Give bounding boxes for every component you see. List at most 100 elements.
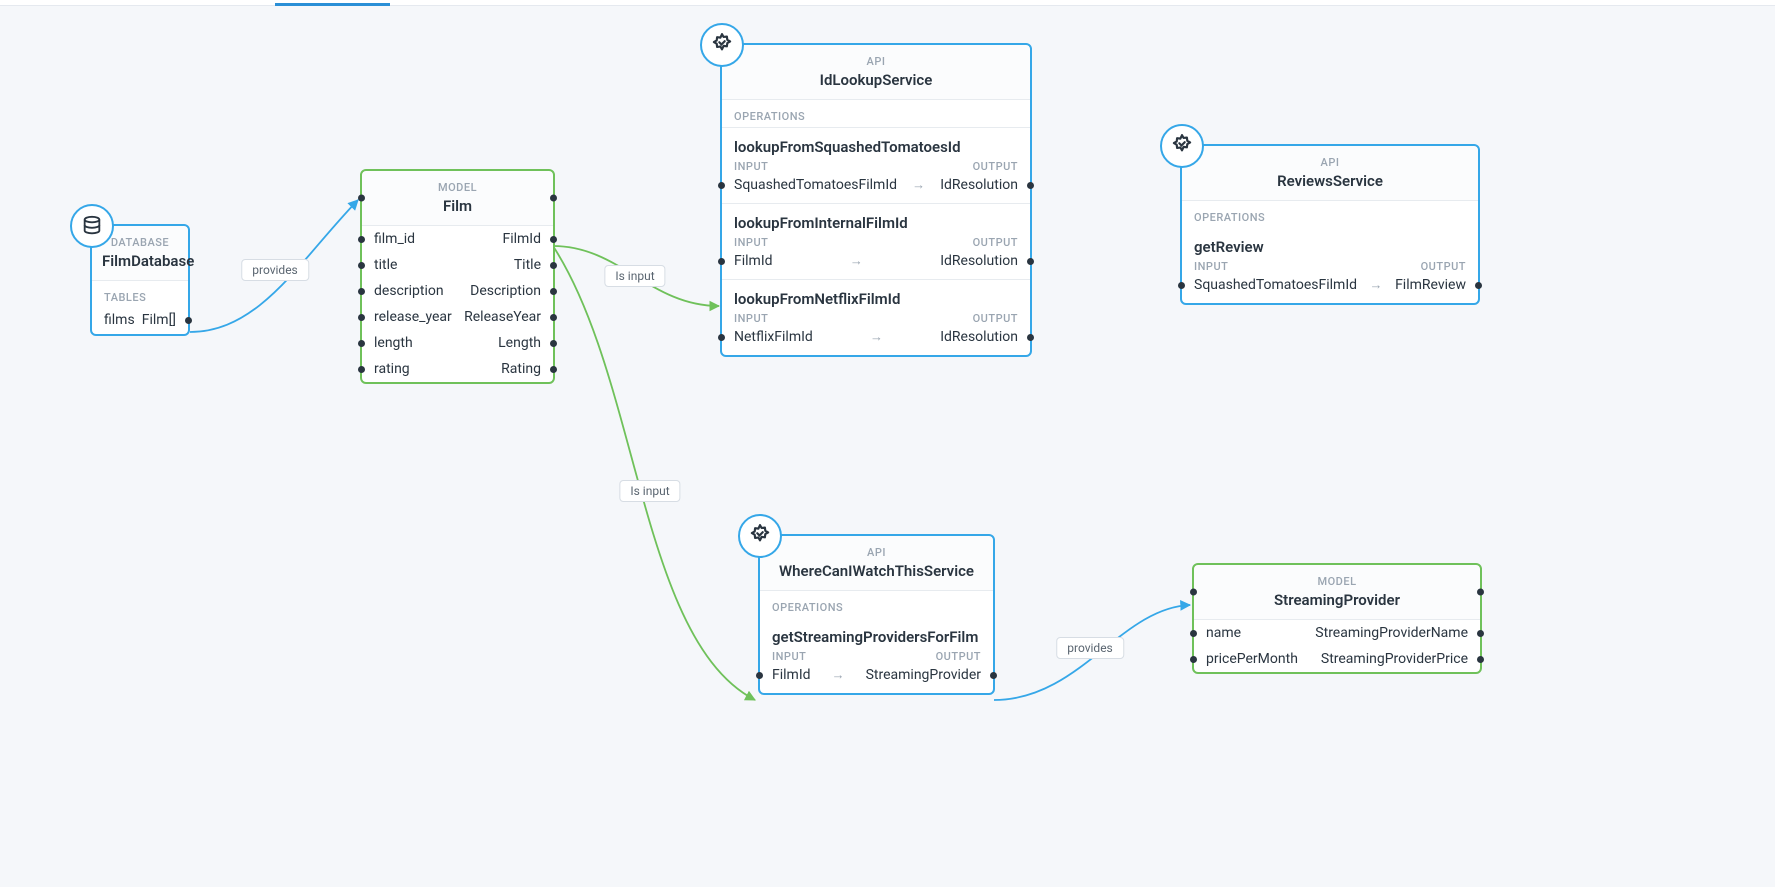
field-row[interactable]: titleTitle — [362, 252, 553, 278]
field-row[interactable]: description Description — [362, 278, 553, 304]
api-gear-icon — [1160, 124, 1204, 168]
operation-block[interactable]: getStreamingProvidersForFilm INPUT OUTPUT… — [760, 618, 993, 693]
operation-output: IdResolution — [940, 329, 1018, 345]
arrow-icon: → — [912, 177, 925, 193]
port-icon — [990, 672, 997, 679]
port-icon — [358, 340, 365, 347]
operation-input: FilmId — [772, 667, 811, 683]
fields-list: film_id FilmId titleTitle description Desc… — [362, 226, 553, 382]
output-label: OUTPUT — [1421, 260, 1466, 273]
operation-input: NetflixFilmId — [734, 329, 813, 345]
arrow-icon: → — [832, 667, 845, 683]
field-type: StreamingProviderName — [1315, 625, 1468, 641]
node-film-model[interactable]: MODEL Film film_idFilmId titleTitle desc… — [360, 169, 555, 384]
port-icon — [358, 288, 365, 295]
port-icon — [358, 314, 365, 321]
table-name: films — [104, 312, 135, 328]
node-kind-label: API — [732, 51, 1020, 68]
field-name: film_id — [374, 231, 415, 247]
port-icon — [718, 258, 725, 265]
operation-block[interactable]: lookupFromSquashedTomatoesId INPUTOUTPUT… — [722, 127, 1030, 203]
output-label: OUTPUT — [936, 650, 981, 663]
operation-block[interactable]: lookupFromNetflixFilmId INPUTOUTPUT Netf… — [722, 279, 1030, 355]
port-icon — [718, 334, 725, 341]
field-row[interactable]: lengthLength — [362, 330, 553, 356]
field-row[interactable]: ratingRating — [362, 356, 553, 382]
edge-label-provides-1: provides — [241, 259, 309, 281]
database-icon — [70, 204, 114, 248]
node-header: API IdLookupService — [722, 45, 1030, 100]
arrow-icon: → — [850, 253, 863, 269]
field-name: pricePerMonth — [1206, 651, 1298, 667]
field-name: release_year — [374, 309, 452, 325]
table-row[interactable]: films Film[] — [92, 308, 188, 334]
port-icon — [1190, 656, 1197, 663]
output-label: OUTPUT — [973, 160, 1018, 173]
port-icon — [1178, 282, 1185, 289]
field-type: FilmId — [502, 231, 541, 247]
node-title: WhereCanIWatchThisService — [770, 562, 983, 580]
input-label: INPUT — [734, 160, 768, 173]
node-id-lookup-service[interactable]: API IdLookupService OPERATIONS lookupFro… — [720, 43, 1032, 357]
operation-output: IdResolution — [940, 253, 1018, 269]
port-icon — [550, 288, 557, 295]
field-name: description — [374, 283, 444, 299]
operation-name: getReview — [1182, 234, 1478, 258]
arrow-icon: → — [1370, 277, 1383, 293]
port-icon — [185, 317, 192, 324]
port-icon — [358, 262, 365, 269]
field-row[interactable]: release_year ReleaseYear — [362, 304, 553, 330]
field-name: name — [1206, 625, 1241, 641]
port-icon — [718, 182, 725, 189]
port-icon — [1477, 656, 1484, 663]
output-label: OUTPUT — [973, 312, 1018, 325]
port-icon — [1477, 589, 1484, 596]
operation-input: SquashedTomatoesFilmId — [1194, 277, 1357, 293]
port-icon — [1477, 630, 1484, 637]
table-type: Film[] — [142, 312, 176, 328]
operation-block[interactable]: lookupFromInternalFilmId INPUTOUTPUT Fil… — [722, 203, 1030, 279]
field-type: Title — [514, 257, 541, 273]
node-streaming-provider-model[interactable]: MODEL StreamingProvider name StreamingPro… — [1192, 563, 1482, 674]
node-title: StreamingProvider — [1204, 591, 1470, 609]
node-film-database[interactable]: DATABASE FilmDatabase TABLES films Film[… — [90, 224, 190, 336]
port-icon — [550, 366, 557, 373]
field-type: Description — [470, 283, 541, 299]
port-icon — [358, 195, 365, 202]
edge-label-provides-2: provides — [1056, 637, 1124, 659]
operations-label: OPERATIONS — [1182, 201, 1478, 228]
operation-name: lookupFromInternalFilmId — [722, 210, 1030, 234]
operation-name: getStreamingProvidersForFilm — [760, 624, 993, 648]
field-row[interactable]: pricePerMonth StreamingProviderPrice — [1194, 646, 1480, 672]
field-row[interactable]: name StreamingProviderName — [1194, 620, 1480, 646]
diagram-canvas[interactable]: provides Is input Is input provides DATA… — [0, 0, 1775, 887]
node-header: MODEL StreamingProvider — [1194, 565, 1480, 620]
fields-list: name StreamingProviderName pricePerMonth S… — [1194, 620, 1480, 672]
port-icon — [1190, 630, 1197, 637]
node-kind-label: API — [1192, 152, 1468, 169]
input-label: INPUT — [772, 650, 806, 663]
port-icon — [1475, 282, 1482, 289]
field-row[interactable]: film_id FilmId — [362, 226, 553, 252]
field-type: ReleaseYear — [464, 309, 541, 325]
node-where-can-i-watch-service[interactable]: API WhereCanIWatchThisService OPERATIONS… — [758, 534, 995, 695]
input-label: INPUT — [734, 236, 768, 249]
edge-label-is-input-1: Is input — [604, 265, 665, 287]
arrow-icon: → — [870, 329, 883, 345]
operation-block[interactable]: getReview INPUT OUTPUT SquashedTomatoesFi… — [1182, 228, 1478, 303]
field-name: rating — [374, 361, 410, 377]
port-icon — [358, 236, 365, 243]
field-type: StreamingProviderPrice — [1321, 651, 1468, 667]
tables-label: TABLES — [92, 281, 188, 308]
input-label: INPUT — [1194, 260, 1228, 273]
field-name: length — [374, 335, 413, 351]
operations-label: OPERATIONS — [722, 100, 1030, 127]
edge-label-is-input-2: Is input — [619, 480, 680, 502]
node-title: FilmDatabase — [102, 252, 178, 270]
node-reviews-service[interactable]: API ReviewsService OPERATIONS getReview … — [1180, 144, 1480, 305]
node-kind-label: MODEL — [372, 177, 543, 194]
operation-output: IdResolution — [940, 177, 1018, 193]
operation-name: lookupFromNetflixFilmId — [722, 286, 1030, 310]
node-kind-label: DATABASE — [102, 232, 178, 249]
port-icon — [756, 672, 763, 679]
